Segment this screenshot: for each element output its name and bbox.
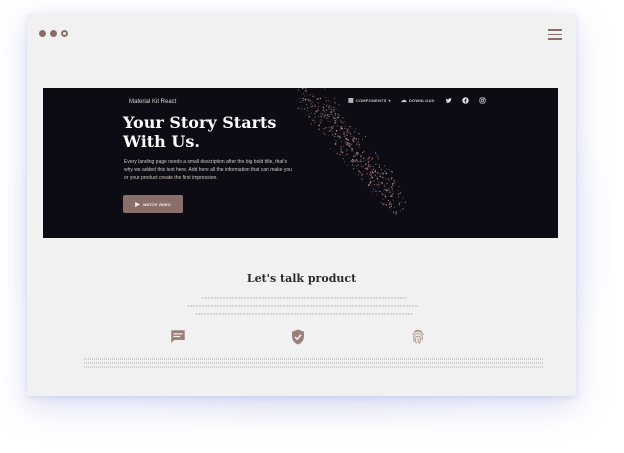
- apps-icon: ▦: [348, 98, 354, 104]
- watch-video-button[interactable]: ▶ WATCH VIDEO: [123, 195, 183, 213]
- watch-video-label: WATCH VIDEO: [142, 201, 171, 207]
- text-row: [84, 366, 544, 368]
- text-row: [84, 362, 544, 364]
- facebook-icon[interactable]: [461, 97, 469, 104]
- hero-section: Material Kit React ▦ COMPONENTS ▾ ☁ DOWN…: [43, 88, 558, 238]
- hero-title-line1: Your Story Starts: [123, 113, 277, 132]
- description-line: [195, 313, 413, 315]
- hero-title-line2: With Us.: [123, 132, 200, 151]
- browser-window: Material Kit React ▦ COMPONENTS ▾ ☁ DOWN…: [27, 14, 576, 396]
- top-nav: ▦ COMPONENTS ▾ ☁ DOWNLOAD: [348, 97, 486, 104]
- hero-description: Every landing page needs a small descrip…: [124, 159, 292, 181]
- nav-download-label: DOWNLOAD: [408, 98, 435, 103]
- play-icon: ▶: [135, 201, 140, 208]
- nav-components-label: COMPONENTS: [355, 98, 387, 103]
- chevron-down-icon: ▾: [388, 98, 391, 103]
- window-dot[interactable]: [39, 30, 46, 37]
- nav-download[interactable]: ☁ DOWNLOAD: [401, 97, 435, 104]
- window-dot[interactable]: [50, 30, 57, 37]
- description-line: [187, 305, 419, 307]
- hamburger-icon[interactable]: [548, 29, 562, 43]
- particle-wave: [297, 88, 406, 215]
- instagram-icon[interactable]: [479, 97, 486, 104]
- hero-title: Your Story Starts With Us.: [123, 113, 303, 151]
- fingerprint-icon: [412, 329, 424, 344]
- cloud-download-icon: ☁: [400, 98, 407, 104]
- nav-components[interactable]: ▦ COMPONENTS ▾: [348, 97, 391, 104]
- chat-icon: [171, 330, 185, 343]
- gear-icon[interactable]: [61, 30, 68, 37]
- text-row: [84, 358, 544, 360]
- brand-name[interactable]: Material Kit React: [129, 99, 176, 105]
- description-line: [202, 297, 407, 299]
- window-controls: [39, 30, 68, 37]
- twitter-icon[interactable]: [445, 97, 452, 104]
- verified-shield-icon: [292, 329, 304, 345]
- section-title: Let's talk product: [246, 272, 357, 285]
